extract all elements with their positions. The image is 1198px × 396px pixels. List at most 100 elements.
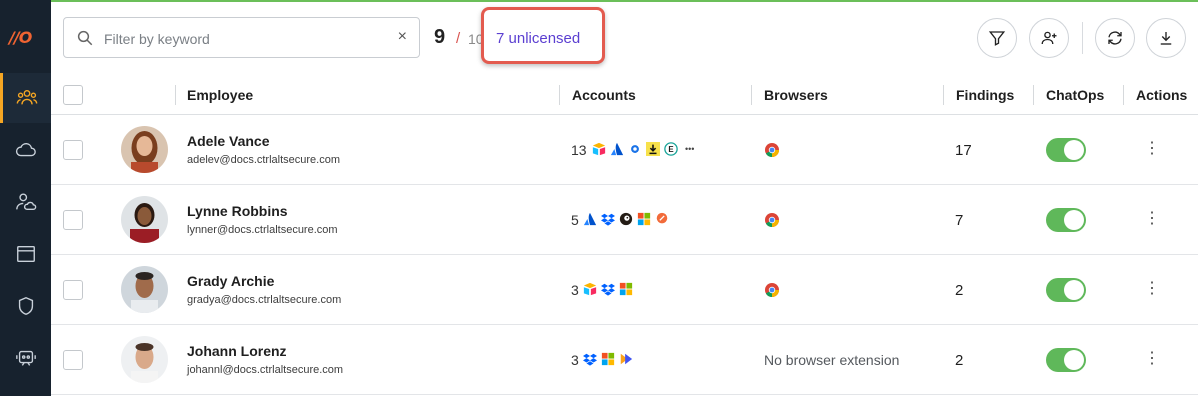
chatops-toggle[interactable] (1046, 348, 1086, 372)
unlicensed-link[interactable]: 7 unlicensed (496, 30, 580, 47)
findings-count[interactable]: 7 (955, 212, 963, 229)
row-actions-menu[interactable]: ⋮ (1144, 349, 1160, 369)
top-accent-line (51, 0, 1198, 2)
sidebar-item-user-cloud[interactable] (0, 177, 51, 227)
avatar (121, 126, 168, 173)
employee-email: johannl@docs.ctrlaltsecure.com (187, 364, 344, 376)
circle-app-icon (631, 145, 639, 153)
account-apps (583, 211, 669, 227)
dropbox-icon (601, 283, 615, 296)
filter-icon (988, 31, 1006, 46)
add-user-button[interactable] (1029, 18, 1069, 58)
employee-name[interactable]: Grady Archie (187, 273, 274, 289)
column-divider (943, 85, 944, 105)
accounts-count: 13 (571, 142, 587, 158)
row-checkbox[interactable] (63, 210, 83, 230)
download-app-icon (646, 142, 660, 156)
column-divider (559, 85, 560, 105)
cloud-icon (15, 143, 36, 157)
chrome-icon (765, 143, 780, 158)
row-checkbox[interactable] (63, 280, 83, 300)
search-input[interactable]: Filter by keyword × (63, 17, 420, 58)
table-row[interactable]: Adele Vance adelev@docs.ctrlaltsecure.co… (51, 115, 1198, 185)
search-icon (77, 30, 93, 46)
avatar (121, 266, 168, 313)
select-all-checkbox[interactable] (63, 85, 83, 105)
employee-name[interactable]: Johann Lorenz (187, 343, 287, 359)
microsoft-icon (601, 352, 615, 366)
count-separator: / (456, 30, 461, 47)
sidebar-item-employees[interactable] (0, 73, 51, 123)
svg-text:E: E (668, 145, 673, 154)
table-row[interactable]: Grady Archie gradya@docs.ctrlaltsecure.c… (51, 255, 1198, 325)
add-user-icon (1041, 31, 1057, 45)
airtable-icon (583, 282, 597, 296)
browser-window-icon (16, 245, 35, 263)
avatar (121, 336, 168, 383)
findings-count[interactable]: 17 (955, 142, 972, 159)
column-header-actions: Actions (1136, 87, 1188, 103)
column-header-findings[interactable]: Findings (956, 87, 1014, 103)
e-app-icon: E (664, 142, 678, 156)
employee-name[interactable]: Adele Vance (187, 133, 270, 149)
refresh-icon (1108, 31, 1122, 45)
row-actions-menu[interactable]: ⋮ (1144, 139, 1160, 159)
account-apps (583, 281, 633, 297)
chat-bot-icon (15, 350, 36, 366)
employee-name[interactable]: Lynne Robbins (187, 203, 288, 219)
chrome-icon (765, 213, 779, 228)
chatops-toggle[interactable] (1046, 138, 1086, 162)
employee-email: adelev@docs.ctrlaltsecure.com (187, 154, 341, 166)
row-checkbox[interactable] (63, 140, 83, 160)
toolbar-divider (1082, 22, 1083, 54)
arrow-app-icon (620, 353, 633, 365)
account-apps: E ••• (592, 141, 694, 157)
column-divider (1033, 85, 1034, 105)
column-header-accounts[interactable]: Accounts (572, 87, 636, 103)
microsoft-icon (637, 212, 651, 226)
sidebar-item-cloud[interactable] (0, 125, 51, 175)
refresh-button[interactable] (1095, 18, 1135, 58)
avatar (121, 196, 168, 243)
accounts-count: 3 (571, 282, 579, 298)
microsoft-icon (619, 282, 633, 296)
accounts-count: 5 (571, 212, 579, 228)
table-header: Employee Accounts Browsers Findings Chat… (51, 75, 1198, 115)
row-actions-menu[interactable]: ⋮ (1144, 209, 1160, 229)
clear-search-button[interactable]: × (398, 28, 407, 46)
row-actions-menu[interactable]: ⋮ (1144, 279, 1160, 299)
table-row[interactable]: Lynne Robbins lynner@docs.ctrlaltsecure.… (51, 185, 1198, 255)
column-header-chatops[interactable]: ChatOps (1046, 87, 1104, 103)
no-browser-extension-text: No browser extension (764, 352, 900, 368)
findings-count[interactable]: 2 (955, 282, 963, 299)
row-checkbox[interactable] (63, 350, 83, 370)
column-divider (751, 85, 752, 105)
sidebar: //O (0, 0, 51, 396)
filter-button[interactable] (977, 18, 1017, 58)
employee-email: lynner@docs.ctrlaltsecure.com (187, 224, 338, 236)
employee-count-shown: 9 (434, 26, 446, 48)
dropbox-icon (583, 353, 597, 366)
chatops-toggle[interactable] (1046, 208, 1086, 232)
sidebar-item-security[interactable] (0, 281, 51, 331)
download-button[interactable] (1146, 18, 1186, 58)
accounts-count: 3 (571, 352, 579, 368)
more-apps-icon[interactable]: ••• (685, 144, 694, 154)
column-header-browsers[interactable]: Browsers (764, 87, 828, 103)
atlassian-icon (610, 142, 624, 156)
atlassian-icon (583, 212, 597, 226)
sidebar-item-chatops[interactable] (0, 333, 51, 383)
column-header-employee[interactable]: Employee (187, 87, 253, 103)
findings-count[interactable]: 2 (955, 352, 963, 369)
chatops-toggle[interactable] (1046, 278, 1086, 302)
table-row[interactable]: Johann Lorenz johannl@docs.ctrlaltsecure… (51, 325, 1198, 395)
app-logo: //O (9, 28, 32, 47)
orange-app-icon (656, 212, 668, 224)
mailchimp-icon (619, 212, 633, 226)
employee-email: gradya@docs.ctrlaltsecure.com (187, 294, 342, 306)
account-apps (583, 351, 633, 367)
users-icon (16, 89, 38, 105)
dropbox-icon (601, 213, 615, 226)
sidebar-item-browser[interactable] (0, 229, 51, 279)
chrome-icon (765, 283, 779, 298)
